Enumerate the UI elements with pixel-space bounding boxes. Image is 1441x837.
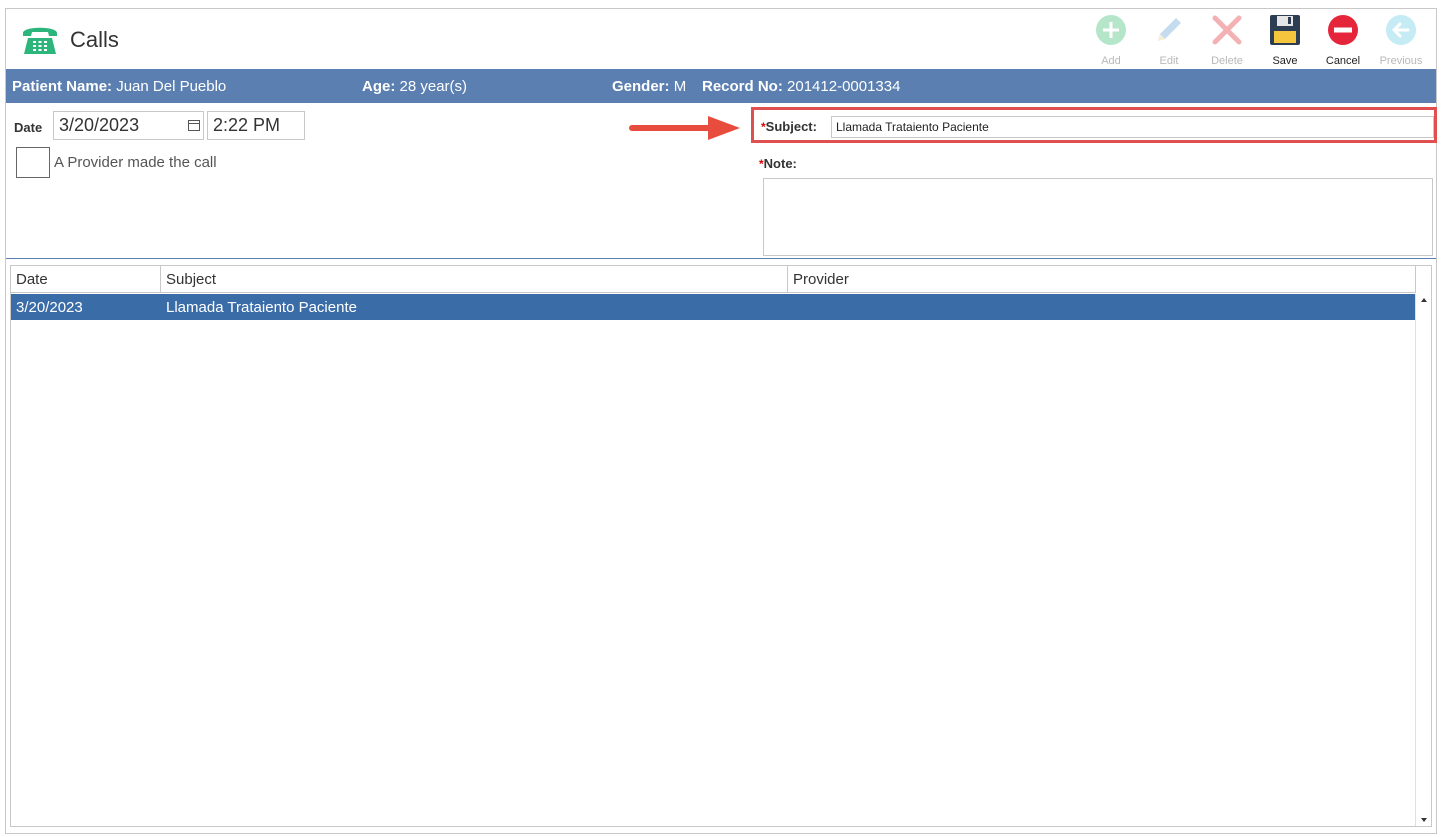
subject-label: *Subject: — [761, 119, 817, 134]
patient-gender: Gender: M — [612, 78, 686, 95]
subject-highlight-box: *Subject: Llamada Trataiento Paciente — [751, 107, 1437, 143]
calls-grid: Date Subject Provider 3/20/2023 Llamada … — [10, 265, 1432, 827]
save-icon — [1268, 13, 1302, 47]
title-bar: Calls Add Edit Delete Save Cancel Previo… — [6, 9, 1436, 69]
pencil-icon — [1152, 13, 1186, 47]
call-form: Date 3/20/2023 2:22 PM A Provider made t… — [6, 103, 1437, 259]
toolbar: Add Edit Delete Save Cancel Previous — [1082, 11, 1430, 69]
grid-header: Date Subject Provider — [11, 266, 1416, 293]
patient-age-label: Age: — [362, 78, 396, 95]
cancel-button[interactable]: Cancel — [1314, 11, 1372, 69]
add-button[interactable]: Add — [1082, 11, 1140, 69]
cancel-label: Cancel — [1325, 55, 1361, 67]
column-header-subject[interactable]: Subject — [161, 266, 788, 293]
phone-icon — [23, 27, 57, 54]
provider-made-call-checkbox[interactable] — [16, 147, 50, 178]
patient-name: Patient Name: Juan Del Pueblo — [12, 78, 226, 95]
date-input[interactable]: 3/20/2023 — [53, 111, 204, 140]
patient-gender-value: M — [673, 78, 687, 95]
date-label: Date — [14, 120, 43, 135]
calls-window: Calls Add Edit Delete Save Cancel Previo… — [5, 8, 1437, 834]
provider-made-call-label: A Provider made the call — [54, 154, 217, 171]
cell-date: 3/20/2023 — [16, 299, 83, 316]
column-header-provider[interactable]: Provider — [788, 266, 1416, 293]
save-label: Save — [1272, 55, 1298, 67]
patient-record: Record No: 201412-0001334 — [702, 78, 900, 95]
patient-gender-label: Gender: — [612, 78, 670, 95]
page-title: Calls — [70, 27, 119, 52]
scroll-down-icon[interactable] — [1421, 818, 1427, 822]
add-label: Add — [1101, 55, 1121, 67]
delete-button[interactable]: Delete — [1198, 11, 1256, 69]
patient-name-value: Juan Del Pueblo — [116, 78, 227, 95]
arrow-right-icon — [629, 116, 740, 140]
patient-name-label: Patient Name: — [12, 78, 113, 95]
note-label-text: Note: — [763, 156, 797, 171]
cell-provider — [788, 294, 1416, 320]
patient-age: Age: 28 year(s) — [362, 78, 467, 95]
patient-record-value: 201412-0001334 — [787, 78, 901, 95]
vertical-scrollbar[interactable] — [1415, 294, 1431, 826]
patient-info-bar: Patient Name: Juan Del Pueblo Age: 28 ye… — [6, 69, 1436, 103]
add-icon — [1094, 13, 1128, 47]
calendar-icon[interactable] — [188, 120, 200, 131]
delete-label: Delete — [1211, 55, 1243, 67]
note-textarea[interactable] — [763, 178, 1433, 256]
edit-button[interactable]: Edit — [1140, 11, 1198, 69]
note-label: *Note: — [759, 156, 797, 171]
edit-label: Edit — [1159, 55, 1179, 67]
previous-label: Previous — [1379, 55, 1423, 67]
column-header-date[interactable]: Date — [11, 266, 161, 293]
cell-subject: Llamada Trataiento Paciente — [166, 299, 357, 316]
save-button[interactable]: Save — [1256, 11, 1314, 69]
delete-icon — [1210, 13, 1244, 47]
subject-input[interactable]: Llamada Trataiento Paciente — [831, 116, 1434, 138]
arrow-left-icon — [1384, 13, 1418, 47]
cancel-icon — [1326, 13, 1360, 47]
patient-age-value: 28 year(s) — [399, 78, 468, 95]
previous-button[interactable]: Previous — [1372, 11, 1430, 69]
patient-record-label: Record No: — [702, 78, 783, 95]
subject-label-text: Subject: — [765, 119, 817, 134]
scroll-up-icon[interactable] — [1421, 298, 1427, 302]
time-input[interactable]: 2:22 PM — [207, 111, 305, 140]
table-row[interactable]: 3/20/2023 Llamada Trataiento Paciente — [11, 294, 1416, 320]
